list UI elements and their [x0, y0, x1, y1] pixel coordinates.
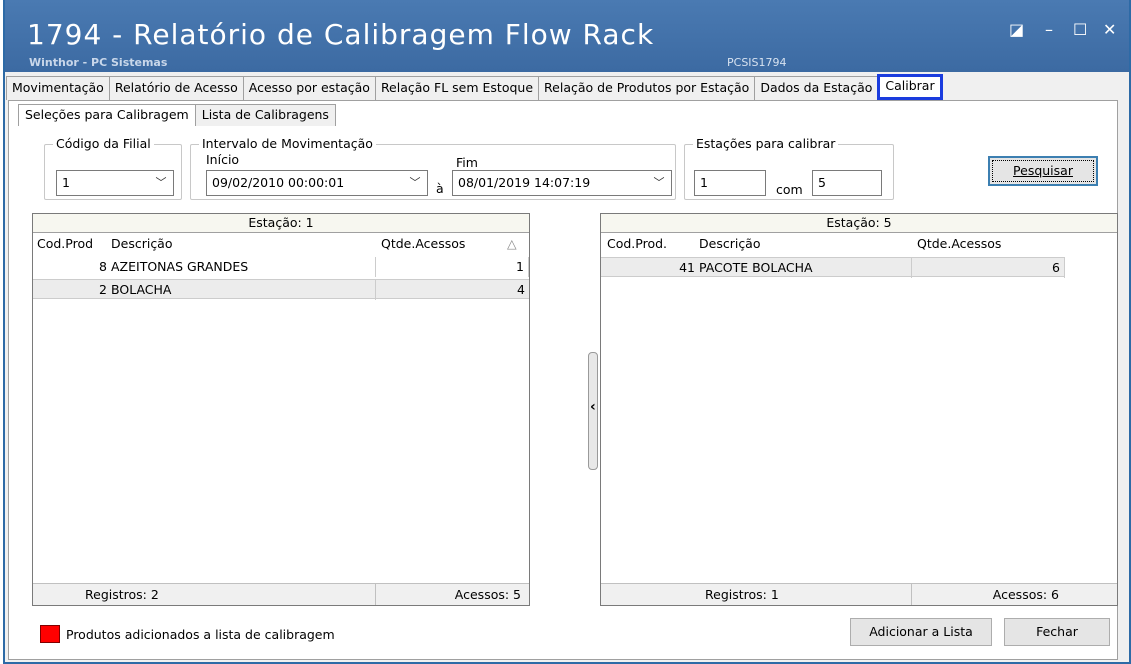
acessos-total: Acessos: 5: [454, 587, 521, 602]
tab-movimentacao[interactable]: Movimentação: [6, 76, 110, 100]
tab-acesso-por-estacao[interactable]: Acesso por estação: [242, 76, 376, 100]
tab-lista-calibragens[interactable]: Lista de Calibragens: [194, 104, 336, 126]
cell-descricao: PACOTE BOLACHA: [699, 260, 813, 275]
tab-relacao-produtos-estacao[interactable]: Relação de Produtos por Estação: [538, 76, 756, 100]
com-label: com: [776, 182, 803, 197]
collapse-left-icon[interactable]: ‹: [590, 399, 596, 415]
window-title: 1794 - Relatório de Calibragem Flow Rack: [27, 18, 655, 51]
filial-select[interactable]: 1 ﹀: [56, 170, 174, 196]
estacao-de-input[interactable]: 1: [694, 170, 766, 196]
pesquisar-label: Pesquisar: [1013, 163, 1073, 178]
registros-count: Registros: 1: [705, 587, 779, 602]
col-descricao[interactable]: Descrição: [111, 236, 173, 251]
cell-qtde: 4: [375, 280, 529, 300]
cell-descricao: AZEITONAS GRANDES: [111, 259, 249, 274]
tab-dados-estacao[interactable]: Dados da Estação: [754, 76, 879, 100]
sub-tab-bar: Seleções para Calibragem Lista de Calibr…: [18, 104, 336, 126]
inicio-value: 09/02/2010 00:00:01: [212, 175, 345, 190]
col-descricao[interactable]: Descrição: [699, 236, 761, 251]
program-code: PCSIS1794: [727, 56, 787, 69]
estacao-5-grid: Estação: 5 Cod.Prod. Descrição Qtde.Aces…: [600, 213, 1118, 606]
col-qtde-acessos[interactable]: Qtde.Acessos: [381, 236, 465, 251]
fechar-label: Fechar: [1036, 624, 1078, 639]
acessos-total: Acessos: 6: [992, 587, 1059, 602]
restore-icon[interactable]: ◪: [1009, 20, 1024, 39]
estacoes-label: Estações para calibrar: [693, 136, 839, 151]
table-row[interactable]: 8 AZEITONAS GRANDES 1: [33, 257, 529, 277]
tab-relatorio-acesso[interactable]: Relatório de Acesso: [108, 76, 244, 100]
chevron-down-icon[interactable]: ﹀: [408, 171, 422, 195]
fim-datetime[interactable]: 08/01/2019 14:07:19 ﹀: [452, 170, 672, 196]
tab-calibrar[interactable]: Calibrar: [877, 74, 943, 100]
tab-selecoes-calibragem[interactable]: Seleções para Calibragem: [18, 104, 196, 126]
minimize-icon[interactable]: –: [1045, 20, 1053, 39]
maximize-icon[interactable]: ☐: [1073, 20, 1087, 39]
table-row[interactable]: 41 PACOTE BOLACHA 6: [601, 257, 1065, 278]
close-icon[interactable]: ✕: [1103, 20, 1116, 39]
inicio-label: Início: [206, 152, 240, 167]
col-cod-prod[interactable]: Cod.Prod.: [607, 236, 667, 251]
cell-qtde: 6: [911, 258, 1065, 278]
adicionar-lista-button[interactable]: Adicionar a Lista: [850, 618, 992, 646]
main-tab-bar: Movimentação Relatório de Acesso Acesso …: [6, 74, 1125, 100]
fechar-button[interactable]: Fechar: [1004, 618, 1110, 646]
estacao-1-grid: Estação: 1 Cod.Prod Descrição Qtde.Acess…: [32, 213, 530, 606]
cell-cod: 2: [99, 282, 107, 297]
tab-relacao-fl-sem-estoque[interactable]: Relação FL sem Estoque: [374, 76, 540, 100]
estacao-1-footer: Registros: 2 Acessos: 5: [33, 583, 529, 605]
estacao-1-header: Estação: 1: [33, 214, 529, 233]
filial-label: Código da Filial: [53, 136, 154, 151]
cell-cod: 8: [99, 259, 107, 274]
estacao-5-footer: Registros: 1 Acessos: 6: [601, 583, 1117, 605]
col-qtde-acessos[interactable]: Qtde.Acessos: [917, 236, 1001, 251]
registros-count: Registros: 2: [85, 587, 159, 602]
footer-divider: [375, 584, 376, 605]
intervalo-label: Intervalo de Movimentação: [199, 136, 376, 151]
col-cod-prod[interactable]: Cod.Prod: [37, 236, 93, 251]
table-row[interactable]: 2 BOLACHA 4: [33, 279, 529, 300]
window-subtitle: Winthor - PC Sistemas: [29, 56, 168, 69]
a-label: à: [436, 181, 444, 196]
chevron-down-icon[interactable]: ﹀: [154, 171, 168, 195]
filial-value: 1: [62, 175, 70, 190]
adicionar-lista-label: Adicionar a Lista: [869, 624, 973, 639]
legend-swatch-red: [40, 625, 60, 643]
sort-asc-icon: △: [507, 236, 517, 251]
fim-label: Fim: [456, 155, 478, 170]
title-bar[interactable]: 1794 - Relatório de Calibragem Flow Rack…: [5, 0, 1129, 72]
estacao-5-header: Estação: 5: [601, 214, 1117, 233]
fim-value: 08/01/2019 14:07:19: [458, 175, 591, 190]
cell-cod: 41: [679, 260, 695, 275]
cell-descricao: BOLACHA: [111, 282, 172, 297]
footer-divider: [911, 584, 912, 605]
inicio-datetime[interactable]: 09/02/2010 00:00:01 ﹀: [206, 170, 428, 196]
pesquisar-button[interactable]: Pesquisar: [988, 156, 1098, 186]
chevron-down-icon[interactable]: ﹀: [652, 171, 666, 195]
cell-qtde: 1: [375, 257, 529, 277]
estacao-ate-input[interactable]: 5: [812, 170, 882, 196]
panel-splitter[interactable]: ‹: [588, 352, 598, 470]
legend-text: Produtos adicionados a lista de calibrag…: [66, 627, 335, 642]
